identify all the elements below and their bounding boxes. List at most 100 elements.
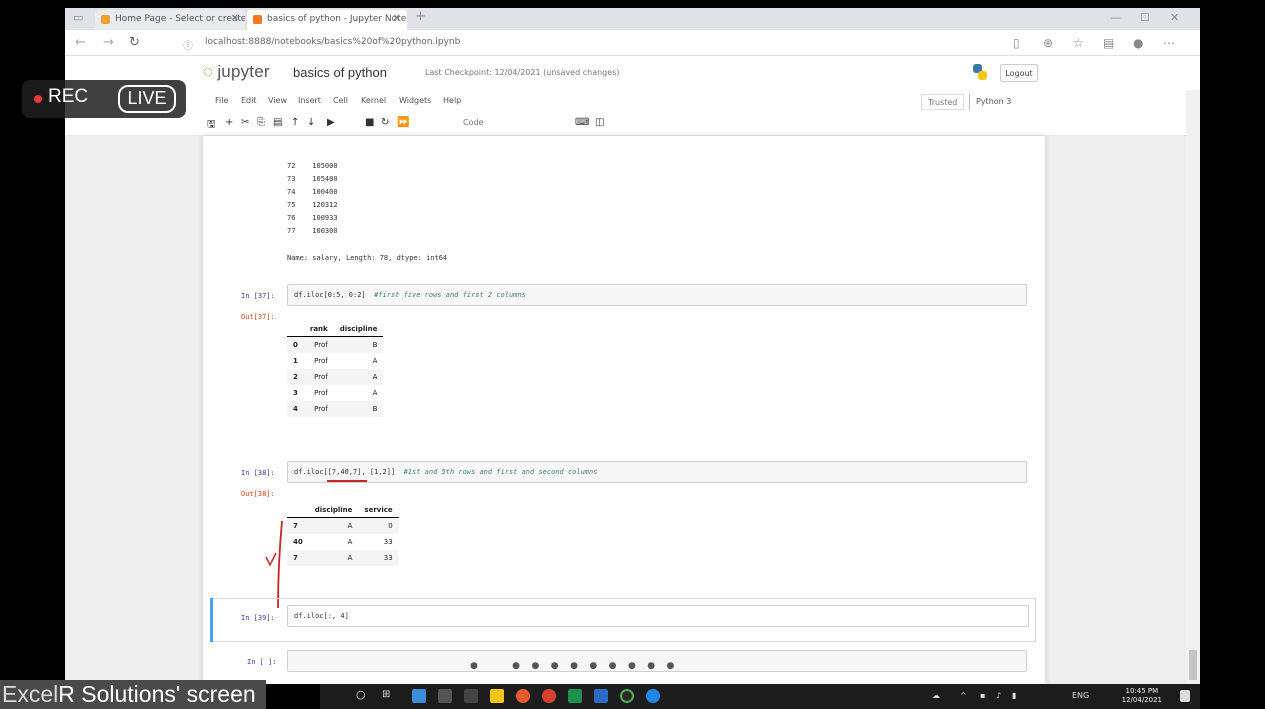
row-index: 2 (287, 369, 304, 385)
screen-share-caption: ExcelR Solutions' screen (0, 680, 266, 709)
kernel-indicator[interactable]: Python 3 (969, 94, 1017, 110)
trusted-badge[interactable]: Trusted (921, 94, 965, 110)
minimize-button[interactable]: — (1110, 11, 1121, 24)
fast-forward-icon[interactable]: ⏩ (397, 117, 409, 128)
logout-button[interactable]: Logout (1000, 64, 1038, 82)
tab-home[interactable]: Home Page - Select or create ✕ (95, 10, 245, 30)
copy-icon[interactable]: ⎘ (257, 117, 265, 128)
reading-view-icon[interactable]: ▯ (1013, 36, 1020, 50)
tray-chevron-icon[interactable]: ^ (960, 691, 967, 700)
table-header-row: discipline service (287, 503, 399, 518)
save-icon[interactable]: 🖫 (207, 117, 216, 134)
battery-icon[interactable]: ▮ (1012, 691, 1016, 700)
scrollbar[interactable] (1186, 90, 1200, 684)
cut-icon[interactable]: ✂ (241, 117, 249, 128)
stop-icon[interactable]: ■ (365, 117, 374, 128)
table-cell: A (308, 550, 359, 566)
tab-favicon-icon (253, 15, 262, 24)
command-palette-icon[interactable]: ◫ (595, 117, 604, 128)
language-indicator[interactable]: ENG (1072, 691, 1089, 700)
run-icon[interactable]: ▶︎ (327, 117, 335, 128)
table-cell: B (333, 401, 384, 417)
menu-edit[interactable]: Edit (241, 96, 257, 105)
taskbar-app-icon[interactable] (464, 689, 478, 703)
jupyter-logo-icon: ◌ (203, 62, 214, 81)
input-prompt: In [38]: (241, 469, 275, 477)
code-cell-input[interactable]: df.iloc[0:5, 0:2] #first five rows and f… (287, 284, 1027, 306)
collections-icon[interactable]: ▤ (1103, 36, 1114, 50)
code-text: [7,40,7] (327, 468, 362, 476)
tab-close-icon[interactable]: ✕ (393, 13, 401, 24)
taskbar-clock[interactable]: 10:45 PM 12/04/2021 (1122, 687, 1162, 705)
url-field[interactable]: localhost:8888/notebooks/basics%20of%20p… (205, 37, 460, 47)
menu-help[interactable]: Help (443, 96, 461, 105)
cell-type-select[interactable]: Code (457, 118, 567, 132)
volume-icon[interactable]: ♪ (996, 691, 1001, 700)
more-icon[interactable]: ⋯ (1163, 36, 1175, 50)
taskbar-app-icon[interactable] (438, 689, 452, 703)
table-cell: 0 (358, 517, 399, 534)
tab-close-icon[interactable]: ✕ (231, 13, 239, 24)
close-window-button[interactable]: ✕ (1170, 11, 1179, 24)
code-cell-input[interactable]: df.iloc[[7,40,7], [1,2]] #1st and 5th ro… (287, 461, 1027, 483)
new-tab-button[interactable]: + (415, 9, 426, 24)
add-cell-icon[interactable]: + (225, 117, 233, 128)
column-header: rank (303, 322, 334, 337)
move-down-icon[interactable]: ↓ (307, 117, 315, 128)
zoom-icon[interactable]: ⊕ (1043, 36, 1053, 50)
reload-icon[interactable]: ↻ (129, 35, 140, 50)
maximize-button[interactable]: ☐ (1140, 11, 1150, 24)
row-index: 0 (287, 336, 304, 353)
handwritten-underline (327, 480, 367, 482)
menu-widgets[interactable]: Widgets (399, 96, 431, 105)
dataframe-output: discipline service 7A0 40 A 33 7 A 33 (287, 503, 399, 566)
edge-icon[interactable] (646, 689, 660, 703)
favorites-icon[interactable]: ☆ (1073, 36, 1084, 50)
code-text: df.iloc[ (294, 468, 328, 476)
table-cell: Prof (314, 389, 328, 397)
search-icon[interactable]: ○ (356, 688, 366, 701)
recording-badge: REC LIVE (22, 80, 186, 118)
input-prompt: In [ ]: (247, 658, 277, 666)
column-header: service (358, 503, 399, 518)
network-icon[interactable]: ▪ (980, 691, 985, 700)
menu-file[interactable]: File (215, 96, 228, 105)
excel-icon[interactable] (568, 689, 582, 703)
back-icon[interactable]: ← (75, 35, 86, 50)
taskbar-app-icon[interactable] (620, 689, 634, 703)
table-cell: Prof (303, 401, 334, 417)
menu-insert[interactable]: Insert (298, 96, 321, 105)
file-explorer-icon[interactable] (490, 689, 504, 703)
keyboard-icon[interactable]: ⌨ (575, 117, 589, 128)
taskbar-app-icon[interactable] (412, 689, 426, 703)
word-icon[interactable] (594, 689, 608, 703)
paste-icon[interactable]: ▤ (273, 117, 282, 128)
tab-notebook[interactable]: basics of python - Jupyter Note ✕ (247, 10, 407, 30)
forward-icon[interactable]: → (103, 35, 114, 50)
restart-icon[interactable]: ↻ (381, 117, 389, 128)
taskbar-app-icon[interactable] (542, 689, 556, 703)
row-index: 4 (287, 401, 304, 417)
profile-icon[interactable]: ● (1133, 36, 1143, 50)
move-up-icon[interactable]: ↑ (291, 117, 299, 128)
series-output-line: 73 105400 (287, 175, 338, 183)
task-view-icon[interactable]: ⊞ (382, 689, 390, 700)
notification-icon[interactable] (1180, 690, 1190, 702)
code-text: , [1,2]] (361, 468, 396, 476)
menu-view[interactable]: View (268, 96, 287, 105)
menu-cell[interactable]: Cell (333, 96, 348, 105)
table-row: 40 A 33 (287, 534, 399, 550)
notebook-title[interactable]: basics of python (293, 65, 387, 80)
scrollbar-thumb[interactable] (1189, 650, 1197, 680)
jupyter-logo[interactable]: ◌ jupyter (203, 62, 270, 82)
loading-dots: ● ● ● ● ● ● ● ● ● ● (470, 661, 675, 671)
cloud-icon[interactable]: ☁ (932, 691, 940, 700)
tab-actions-icon[interactable]: ▭ (73, 11, 83, 24)
menu-kernel[interactable]: Kernel (361, 96, 386, 105)
table-row: 2 Prof A (287, 369, 384, 385)
live-badge: LIVE (118, 85, 176, 113)
taskbar-app-icon[interactable] (516, 689, 530, 703)
windows-taskbar: ○ ⊞ ☁ ^ ▪ ♪ ▮ ENG 10:45 PM 12/04/2021 (320, 684, 1200, 709)
row-index: 1 (293, 357, 298, 365)
code-cell-input[interactable]: df.iloc[:, 4] (287, 605, 1029, 627)
